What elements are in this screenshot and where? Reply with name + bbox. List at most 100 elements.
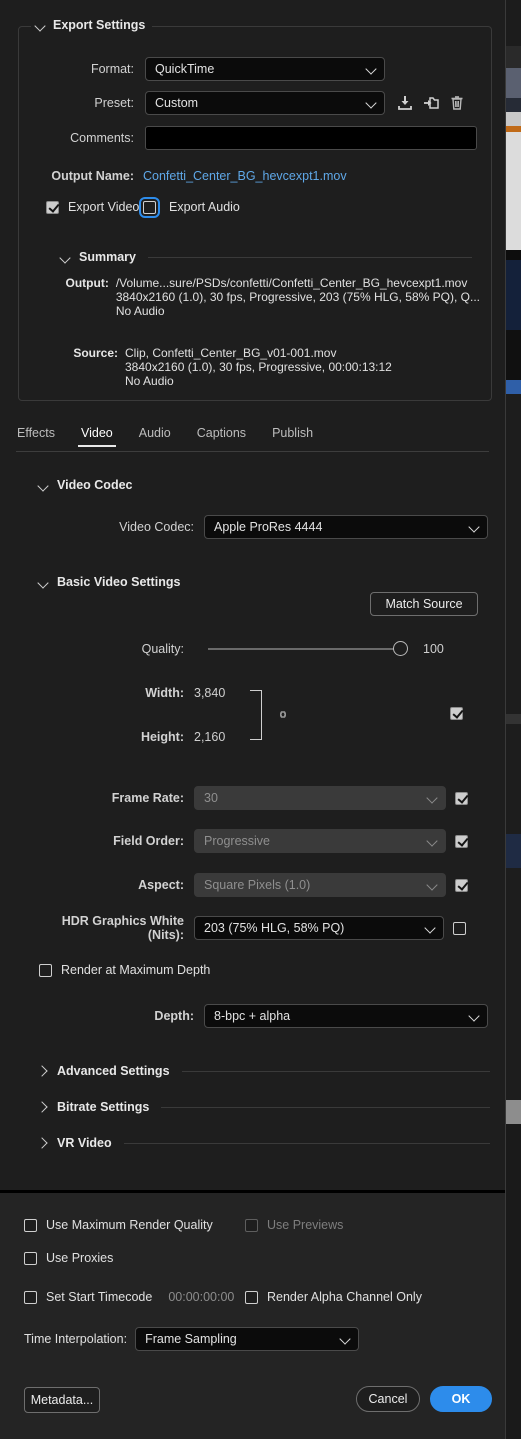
set-start-timecode-row[interactable]: Set Start Timecode 00:00:00:00 — [24, 1290, 234, 1304]
set-start-timecode-checkbox[interactable] — [24, 1290, 37, 1304]
use-previews-label: Use Previews — [267, 1218, 344, 1232]
comments-input[interactable] — [145, 126, 477, 150]
ok-button[interactable]: OK — [430, 1386, 492, 1412]
quality-value: 100 — [423, 642, 444, 656]
quality-slider-knob[interactable] — [393, 641, 408, 656]
hdr-graphics-white-row: HDR Graphics White (Nits): 203 (75% HLG,… — [38, 914, 480, 942]
vr-video-header[interactable]: VR Video — [38, 1136, 490, 1150]
chevron-down-icon — [426, 792, 439, 805]
summary-rule — [147, 256, 472, 258]
set-start-timecode-label: Set Start Timecode — [46, 1290, 153, 1304]
tab-captions[interactable]: Captions — [184, 426, 259, 447]
use-max-render-quality-label: Use Maximum Render Quality — [46, 1218, 213, 1232]
bg-band — [505, 1124, 521, 1439]
export-audio-label: Export Audio — [169, 200, 240, 214]
bg-band — [505, 394, 521, 714]
export-video-label: Export Video — [68, 200, 140, 214]
bg-scrollbar-thumb[interactable] — [505, 1100, 521, 1124]
export-settings-header[interactable]: Export Settings — [31, 18, 153, 32]
dimensions-match-source-checkbox[interactable] — [450, 707, 463, 720]
depth-value: 8-bpc + alpha — [214, 1009, 291, 1023]
field-order-dropdown[interactable]: Progressive — [194, 829, 446, 853]
field-order-match-checkbox[interactable] — [455, 834, 468, 848]
chevron-right-icon — [38, 1102, 49, 1113]
hdr-graphics-white-dropdown[interactable]: 203 (75% HLG, 58% PQ) — [194, 916, 444, 940]
summary-source-block: Source: Clip, Confetti_Center_BG_v01-001… — [60, 346, 480, 388]
preset-dropdown[interactable]: Custom — [145, 91, 385, 115]
summary-output-line: No Audio — [115, 304, 165, 318]
frame-rate-dropdown[interactable]: 30 — [194, 786, 446, 810]
chevron-down-icon — [38, 480, 49, 491]
link-icon[interactable] — [273, 706, 293, 722]
use-proxies-row[interactable]: Use Proxies — [24, 1251, 113, 1265]
depth-dropdown[interactable]: 8-bpc + alpha — [204, 1004, 488, 1028]
preset-label: Preset: — [94, 96, 134, 110]
video-codec-dropdown[interactable]: Apple ProRes 4444 — [204, 515, 488, 539]
metadata-button[interactable]: Metadata... — [24, 1387, 100, 1413]
video-codec-header[interactable]: Video Codec — [38, 478, 490, 492]
render-max-depth-checkbox[interactable] — [39, 963, 52, 977]
frame-rate-value: 30 — [204, 791, 218, 805]
bg-band — [505, 330, 521, 380]
vr-video-title: VR Video — [57, 1136, 112, 1150]
use-max-render-quality-row[interactable]: Use Maximum Render Quality — [24, 1218, 213, 1232]
tab-audio[interactable]: Audio — [126, 426, 184, 447]
tab-video[interactable]: Video — [68, 426, 126, 447]
use-proxies-label: Use Proxies — [46, 1251, 114, 1265]
render-max-depth-row[interactable]: Render at Maximum Depth — [39, 963, 210, 977]
depth-row: Depth: 8-bpc + alpha — [110, 1003, 490, 1029]
chevron-down-icon — [38, 577, 49, 588]
basic-video-settings-header[interactable]: Basic Video Settings — [38, 575, 490, 589]
bg-band — [505, 714, 521, 724]
use-previews-checkbox — [245, 1218, 258, 1232]
chevron-down-icon — [468, 1010, 481, 1023]
summary-header[interactable]: Summary — [60, 250, 472, 264]
quality-slider-track[interactable] — [208, 648, 400, 650]
aspect-match-checkbox[interactable] — [455, 878, 468, 892]
delete-preset-icon[interactable] — [446, 92, 468, 114]
start-timecode-value[interactable]: 00:00:00:00 — [168, 1290, 234, 1304]
format-dropdown[interactable]: QuickTime — [145, 57, 385, 81]
save-preset-icon[interactable] — [394, 92, 416, 114]
width-value[interactable]: 3,840 — [194, 686, 225, 700]
trash-glyph — [451, 96, 463, 110]
tabs-divider — [16, 451, 489, 452]
bg-band — [505, 0, 521, 46]
tab-effects[interactable]: Effects — [14, 426, 68, 447]
export-audio-checkbox-row[interactable]: Export Audio — [139, 196, 240, 218]
bg-band — [505, 98, 521, 112]
chevron-down-icon — [424, 922, 437, 935]
use-max-render-quality-checkbox[interactable] — [24, 1218, 37, 1232]
render-alpha-checkbox[interactable] — [245, 1290, 258, 1304]
export-audio-checkbox[interactable] — [139, 196, 160, 218]
advanced-settings-header[interactable]: Advanced Settings — [38, 1064, 490, 1078]
quality-label: Quality: — [141, 642, 184, 656]
aspect-label: Aspect: — [138, 878, 184, 892]
time-interpolation-dropdown[interactable]: Frame Sampling — [135, 1327, 360, 1351]
preset-value: Custom — [155, 96, 199, 110]
use-proxies-checkbox[interactable] — [24, 1251, 37, 1265]
chevron-right-icon — [38, 1138, 49, 1149]
vr-video-rule — [123, 1142, 490, 1144]
bg-band — [505, 834, 521, 868]
import-preset-icon[interactable] — [420, 92, 442, 114]
bg-band — [505, 260, 521, 330]
time-interpolation-value: Frame Sampling — [145, 1332, 237, 1346]
export-video-checkbox[interactable] — [46, 200, 59, 214]
bitrate-settings-header[interactable]: Bitrate Settings — [38, 1100, 490, 1114]
cancel-button[interactable]: Cancel — [356, 1386, 420, 1412]
hdr-match-checkbox[interactable] — [453, 921, 466, 935]
time-interpolation-label: Time Interpolation: — [24, 1332, 128, 1346]
tab-publish[interactable]: Publish — [259, 426, 326, 447]
export-video-checkbox-row[interactable]: Export Video — [46, 200, 139, 214]
render-alpha-row[interactable]: Render Alpha Channel Only — [245, 1290, 422, 1304]
aspect-value: Square Pixels (1.0) — [204, 878, 311, 892]
aspect-dropdown[interactable]: Square Pixels (1.0) — [194, 873, 446, 897]
match-source-button[interactable]: Match Source — [370, 592, 478, 616]
frame-rate-label: Frame Rate: — [111, 791, 184, 805]
output-name-value[interactable]: Confetti_Center_BG_hevcexpt1.mov — [143, 169, 347, 183]
chevron-down-icon — [35, 20, 46, 31]
frame-rate-match-checkbox[interactable] — [455, 791, 468, 805]
height-value[interactable]: 2,160 — [194, 730, 225, 744]
summary-source-line: 3840x2160 (1.0), 30 fps, Progressive, 00… — [125, 360, 392, 374]
